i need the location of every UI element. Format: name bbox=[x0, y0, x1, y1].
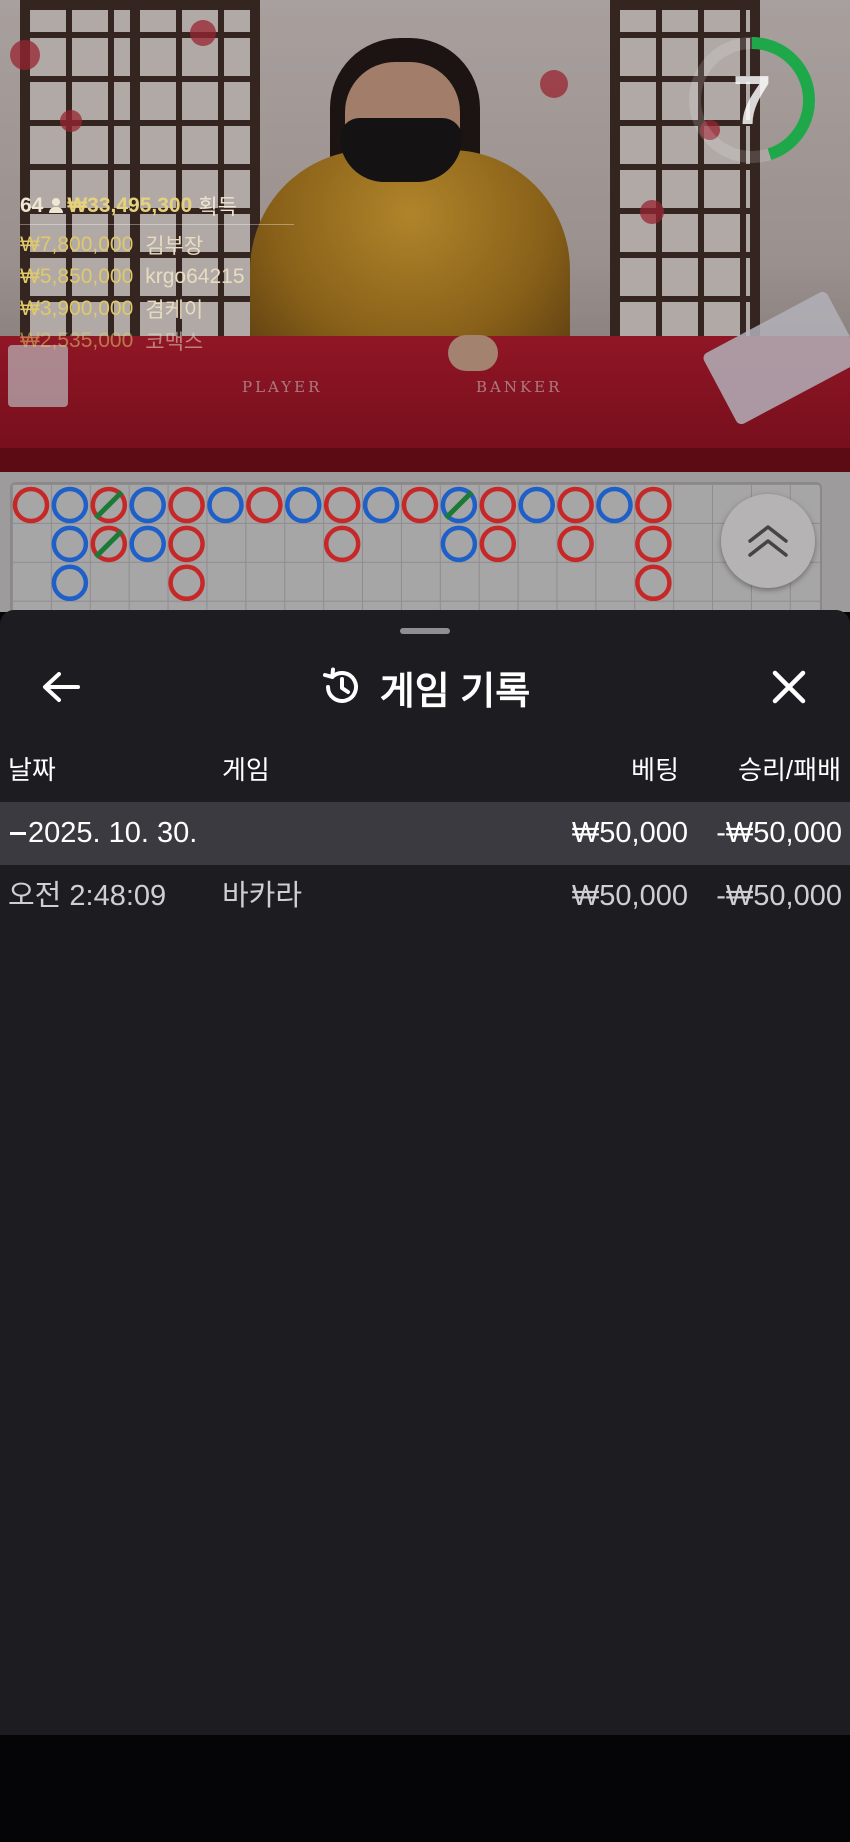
col-header-result: 승리/패배 bbox=[738, 755, 841, 785]
tie-slash bbox=[94, 529, 124, 559]
col-header-game: 게임 bbox=[222, 755, 270, 785]
timer-seconds: 7 bbox=[732, 61, 772, 139]
player-bead bbox=[129, 525, 166, 563]
player-bead bbox=[285, 486, 322, 524]
banker-bead bbox=[168, 486, 205, 524]
winner-amount: ₩7,800,000 bbox=[20, 233, 134, 256]
players-count: 64 bbox=[20, 194, 44, 217]
live-video: PLAYER BANKER 64 ₩33,495,300 획득 ₩7,800,0… bbox=[0, 0, 850, 472]
group-bet: ₩50,000 bbox=[571, 817, 688, 849]
banker-bead bbox=[479, 525, 517, 563]
winners-divider bbox=[20, 224, 294, 225]
history-icon bbox=[322, 667, 358, 703]
winner-amount: ₩5,850,000 bbox=[20, 265, 134, 288]
chevron-double-up-icon bbox=[748, 525, 788, 557]
expand-roadmap-button[interactable] bbox=[721, 494, 815, 588]
player-bead bbox=[207, 486, 244, 524]
winner-name: 김부장 bbox=[145, 235, 204, 258]
col-header-date: 날짜 bbox=[8, 755, 56, 785]
banker-bead bbox=[635, 525, 672, 563]
player-bead bbox=[596, 486, 633, 524]
total-win: ₩33,495,300 bbox=[67, 194, 193, 217]
winner-name: krgo64215 bbox=[145, 265, 245, 288]
history-row[interactable]: 오전 2:48:09 바카라 ₩50,000 -₩50,000 bbox=[0, 865, 850, 928]
player-bead bbox=[518, 486, 555, 524]
player-bead bbox=[51, 486, 89, 524]
player-bead bbox=[51, 564, 89, 602]
arrow-left-icon bbox=[43, 672, 80, 702]
sheet-grab-handle[interactable] bbox=[400, 628, 450, 634]
row-result: -₩50,000 bbox=[716, 880, 842, 912]
winner-row: ₩2,535,000 코맥스 bbox=[20, 325, 294, 357]
banker-bead bbox=[557, 525, 594, 563]
winner-amount: ₩3,900,000 bbox=[20, 297, 134, 320]
sheet-header: 게임 기록 bbox=[0, 656, 850, 718]
minus-icon bbox=[10, 832, 26, 835]
tie-slash bbox=[94, 490, 124, 520]
banker-bead bbox=[635, 486, 672, 524]
game-history-sheet: 게임 기록 날짜 게임 베팅 승리/패배 2025. 10. 30. ₩50,0… bbox=[0, 610, 850, 1735]
banker-bead bbox=[12, 486, 50, 524]
person-icon bbox=[49, 198, 64, 214]
col-header-bet: 베팅 bbox=[631, 755, 679, 785]
player-bead bbox=[440, 525, 478, 563]
row-time: 오전 2:48:09 bbox=[8, 880, 167, 912]
sheet-title: 게임 기록 bbox=[379, 670, 531, 713]
bottom-safe-area bbox=[0, 1735, 850, 1842]
total-win-suffix: 획득 bbox=[198, 196, 237, 219]
row-bet: ₩50,000 bbox=[571, 880, 688, 912]
player-bead bbox=[129, 486, 166, 524]
banker-bead bbox=[323, 486, 361, 524]
winner-row: ₩7,800,000 김부장 bbox=[20, 229, 294, 261]
banker-bead bbox=[401, 486, 439, 524]
winners-panel: 64 ₩33,495,300 획득 ₩7,800,000 김부장 ₩5,850,… bbox=[20, 190, 294, 357]
group-date: 2025. 10. 30. bbox=[28, 817, 198, 849]
tie-slash bbox=[444, 490, 474, 520]
banker-bead bbox=[479, 486, 517, 524]
winners-summary: 64 ₩33,495,300 획득 bbox=[20, 190, 294, 222]
back-button[interactable] bbox=[30, 656, 92, 718]
close-icon bbox=[772, 670, 806, 704]
banker-bead bbox=[168, 564, 205, 602]
countdown-timer: 7 bbox=[686, 34, 818, 166]
player-bead bbox=[51, 525, 89, 563]
row-game: 바카라 bbox=[222, 880, 303, 912]
banker-bead bbox=[323, 525, 361, 563]
banker-bead bbox=[557, 486, 594, 524]
banker-bead bbox=[246, 486, 283, 524]
winner-amount: ₩2,535,000 bbox=[20, 329, 134, 352]
winner-name: 겸케이 bbox=[145, 299, 204, 322]
group-result: -₩50,000 bbox=[716, 817, 842, 849]
date-group-row[interactable]: 2025. 10. 30. ₩50,000 -₩50,000 bbox=[0, 802, 850, 865]
winner-row: ₩5,850,000 krgo64215 bbox=[20, 261, 294, 293]
player-bead bbox=[362, 486, 400, 524]
close-button[interactable] bbox=[758, 656, 820, 718]
winner-row: ₩3,900,000 겸케이 bbox=[20, 293, 294, 325]
banker-bead bbox=[635, 564, 672, 602]
banker-bead bbox=[168, 525, 205, 563]
winner-name: 코맥스 bbox=[145, 331, 204, 354]
